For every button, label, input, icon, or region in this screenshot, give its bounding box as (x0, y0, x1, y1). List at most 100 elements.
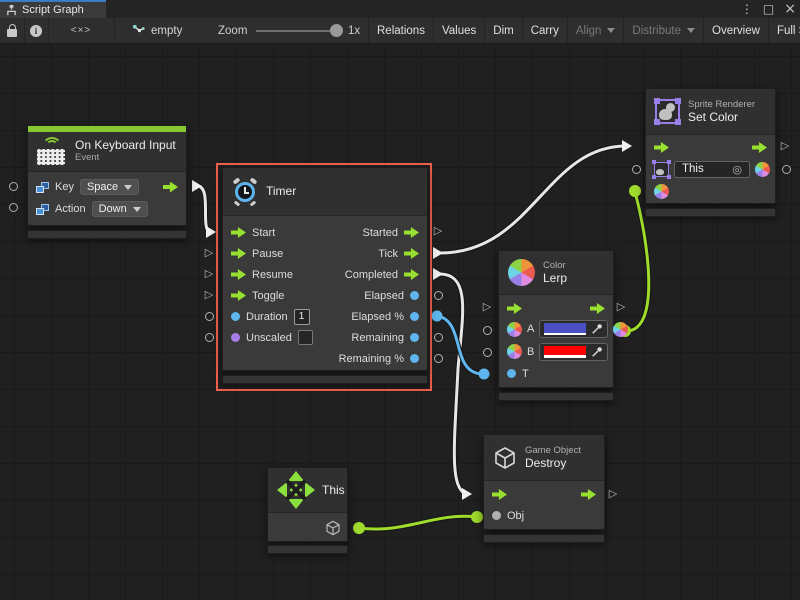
flow-in-port[interactable] (231, 269, 246, 280)
zoom-slider-handle[interactable] (330, 24, 343, 37)
node-footer (483, 534, 605, 543)
color-in-port-icon[interactable] (654, 184, 669, 199)
flow-out-port[interactable] (404, 269, 419, 280)
chevron-down-icon (133, 207, 141, 212)
relations-button[interactable]: Relations (368, 18, 433, 43)
graph-name-label: empty (151, 25, 182, 37)
flow-out-port[interactable] (752, 142, 767, 153)
port-timer-elapsed-out[interactable] (434, 291, 443, 300)
graph-canvas[interactable]: On Keyboard Input Event Key Space Action… (0, 44, 800, 600)
port-lerp-flow-in[interactable]: ▷ (481, 301, 493, 313)
port-lerp-a-in[interactable] (483, 326, 492, 335)
obj-in-port[interactable] (492, 511, 501, 520)
port-destroy-flow-out[interactable]: ▷ (607, 488, 619, 500)
fullscreen-button[interactable]: Full Screen (768, 18, 800, 43)
port-timer-resume-in[interactable]: ▷ (203, 268, 215, 280)
flow-out-port[interactable] (163, 182, 178, 193)
flow-in-port[interactable] (231, 227, 246, 238)
node-destroy[interactable]: Game Object Destroy Obj (483, 434, 605, 530)
overview-button[interactable]: Overview (703, 18, 768, 43)
wire-this-to-destroy-obj[interactable] (353, 511, 483, 534)
values-button[interactable]: Values (433, 18, 484, 43)
flow-in-port[interactable] (231, 248, 246, 259)
flow-in-port[interactable] (507, 303, 522, 314)
tab-script-graph[interactable]: Script Graph (0, 0, 106, 18)
wire-lerp-to-setcolor-color[interactable] (619, 185, 649, 337)
duration-input[interactable]: 1 (294, 309, 310, 325)
lock-button[interactable] (0, 18, 25, 43)
port-setcolor-color-out[interactable] (782, 165, 791, 174)
target-field[interactable]: This ◎ (674, 161, 750, 178)
node-this[interactable]: This (267, 467, 348, 542)
color-port-icon[interactable] (507, 344, 522, 359)
color-out-port-icon[interactable] (755, 162, 770, 177)
port-setcolor-flow-out[interactable]: ▷ (779, 140, 791, 152)
target-picker-icon[interactable]: ◎ (732, 163, 742, 176)
zoom-slider-track[interactable] (256, 30, 336, 32)
value-in-port[interactable] (231, 312, 240, 321)
flow-out-port[interactable] (590, 303, 605, 314)
value-out-port[interactable] (410, 333, 419, 342)
flow-out-port[interactable] (581, 489, 596, 500)
window-menu-icon[interactable]: ⋮ (741, 0, 753, 18)
value-out-port[interactable] (410, 354, 419, 363)
port-timer-unscaled-in[interactable] (205, 333, 214, 342)
color-swatch-a[interactable] (544, 323, 586, 335)
eyedropper-icon[interactable] (591, 323, 603, 335)
port-timer-duration-in[interactable] (205, 312, 214, 321)
flow-out-port[interactable] (404, 227, 419, 238)
port-lerp-b-in[interactable] (483, 348, 492, 357)
wire-keyboard-to-timer-start[interactable] (192, 180, 216, 238)
flow-in-port[interactable] (654, 142, 669, 153)
port-timer-started-out[interactable]: ▷ (432, 225, 444, 237)
flow-in-port[interactable] (231, 290, 246, 301)
window-close-icon[interactable]: × (784, 0, 796, 18)
sprite-port-icon[interactable] (654, 162, 669, 177)
wire-timer-elapsedpct-to-lerp-t[interactable] (432, 311, 490, 380)
color-out-port-icon[interactable] (613, 322, 628, 337)
flow-out-port[interactable] (404, 248, 419, 259)
game-object-out-port-icon[interactable] (325, 520, 341, 536)
dim-button[interactable]: Dim (484, 18, 521, 43)
info-button[interactable]: i (24, 18, 49, 43)
value-out-port[interactable] (410, 291, 419, 300)
node-footer (498, 392, 614, 401)
unity-script-graph-window: Script Graph ⋮ □ × i <×> empty Zoom 1x R… (0, 0, 800, 600)
node-title: On Keyboard Input (75, 139, 176, 152)
unscaled-checkbox[interactable] (298, 330, 313, 345)
flow-in-port[interactable] (492, 489, 507, 500)
carry-button[interactable]: Carry (522, 18, 567, 43)
port-lerp-flow-out[interactable]: ▷ (615, 301, 627, 313)
wire-timer-completed-to-destroy[interactable] (433, 268, 472, 500)
code-view-button[interactable]: <×> (48, 18, 115, 43)
eyedropper-icon[interactable] (591, 346, 603, 358)
chevron-down-icon (687, 28, 695, 33)
node-footer (27, 230, 187, 239)
port-keyboard-key-in[interactable] (9, 182, 18, 191)
node-timer[interactable]: Timer Start Started Pause Tick Resume Co… (222, 167, 428, 371)
color-a-field[interactable] (539, 320, 608, 338)
port-timer-remainingpct-out[interactable] (434, 354, 443, 363)
value-out-port[interactable] (410, 312, 419, 321)
color-port-icon[interactable] (507, 322, 522, 337)
window-maximize-icon[interactable]: □ (763, 0, 774, 18)
port-timer-remaining-out[interactable] (434, 333, 443, 342)
color-swatch-b[interactable] (544, 346, 586, 358)
action-dropdown[interactable]: Down (92, 201, 148, 217)
node-color-lerp[interactable]: Color Lerp A (498, 250, 614, 388)
titlebar: Script Graph ⋮ □ × (0, 0, 800, 18)
value-in-port[interactable] (231, 333, 240, 342)
code-icon: <×> (71, 25, 92, 36)
action-port-label: Action (55, 203, 86, 215)
node-on-keyboard-input[interactable]: On Keyboard Input Event Key Space Action… (27, 125, 187, 226)
node-title: Set Color (688, 111, 755, 124)
key-dropdown[interactable]: Space (80, 179, 139, 195)
value-in-port[interactable] (507, 369, 516, 378)
node-set-color[interactable]: Sprite Renderer Set Color This ◎ (645, 88, 776, 204)
port-setcolor-target-in[interactable] (632, 165, 641, 174)
port-timer-pause-in[interactable]: ▷ (203, 247, 215, 259)
color-b-field[interactable] (539, 343, 608, 361)
wire-timer-tick-to-setcolor[interactable] (433, 140, 632, 259)
port-keyboard-action-in[interactable] (9, 203, 18, 212)
port-timer-toggle-in[interactable]: ▷ (203, 289, 215, 301)
